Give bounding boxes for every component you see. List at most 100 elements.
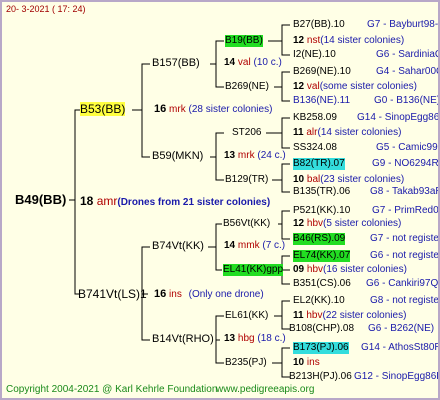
gen4-1-origin: G7 - Bayburt98-3 — [367, 19, 440, 30]
gen3-7-info: 11 hbv(22 sister colonies) — [293, 310, 406, 322]
gen3-8-info: 10 ins — [293, 357, 320, 369]
gen4-15-origin: G14 - AthosSt80R — [361, 342, 440, 353]
gen3-4-code: bal — [306, 174, 321, 185]
gen3-5-id[interactable]: B56Vt(KK) — [223, 218, 270, 230]
gen4-8-id[interactable]: B135(TR).06 — [293, 186, 350, 198]
root-info: 18 amr(Drones from 21 sister colonies) — [80, 194, 270, 210]
gen4-5-id[interactable]: KB258.09 — [293, 112, 337, 124]
gen1-bottom-note: (Only one drone) — [188, 289, 264, 300]
gen4-9-origin: G7 - PrimRed01 — [372, 205, 440, 216]
gen3-1-id[interactable]: B19(BB) — [225, 35, 263, 47]
gen3-3-code: alr — [306, 127, 318, 138]
gen1-top-id[interactable]: B53(BB) — [80, 102, 126, 116]
gen3-4-note: (23 sister colonies) — [320, 174, 405, 185]
gen3-5-note: (5 sister colonies) — [323, 218, 402, 229]
root-note: (Drones from 21 sister colonies) — [117, 197, 271, 208]
gen1-top-info: 16 mrk (28 sister colonies) — [154, 103, 272, 116]
gen1-bottom-code: ins — [169, 289, 182, 300]
gen4-12-origin: G6 - Cankiri97Q — [366, 278, 439, 289]
gen2-3-num: 14 — [224, 240, 236, 251]
gen2-2-code: mrk — [237, 150, 255, 161]
gen3-3-note: (14 sister colonies) — [317, 127, 402, 138]
gen2-3-code: mmk — [237, 240, 260, 251]
gen2-2-note: (24 c.) — [257, 150, 286, 161]
gen2-3-info: 14 mmk (7 c.) — [224, 240, 285, 252]
gen1-top-code: mrk — [169, 104, 186, 115]
gen4-8-origin: G8 - Takab93aR — [370, 186, 440, 197]
gen3-2-note: (some sister colonies) — [319, 81, 417, 92]
gen2-1-id[interactable]: B157(BB) — [152, 57, 200, 70]
gen3-5-num: 12 — [293, 218, 305, 229]
gen2-1-code: val — [237, 57, 251, 68]
gen4-16-id[interactable]: B213H(PJ).06 — [289, 371, 352, 383]
gen4-12-id[interactable]: B351(CS).06 — [293, 278, 351, 290]
copyright-text: Copyright 2004-2021 @ Karl Kehrle Founda… — [6, 384, 218, 395]
root-code: amr — [96, 194, 118, 208]
gen2-2-id[interactable]: B59(MKN) — [152, 150, 203, 163]
gen4-9-id[interactable]: P521(KK).10 — [293, 205, 350, 217]
gen4-3-origin: G4 - Sahar00Q — [376, 66, 440, 77]
gen4-7-origin: G9 - NO6294R — [372, 158, 439, 169]
gen4-13-id[interactable]: EL2(KK).10 — [293, 295, 345, 307]
gen3-1-num: 12 — [293, 35, 305, 46]
gen3-4-num: 10 — [293, 174, 305, 185]
gen3-1-code: nst — [306, 35, 321, 46]
gen2-4-code: hbg — [237, 333, 255, 344]
gen3-6-info: 09 hbv(16 sister colonies) — [293, 264, 407, 276]
gen4-6-id[interactable]: SS324.08 — [293, 142, 337, 154]
root-queen-id[interactable]: B49(BB) — [15, 192, 66, 207]
gen1-top-num: 16 — [154, 103, 167, 115]
gen4-14-id[interactable]: B108(CHP).08 — [289, 323, 354, 335]
gen3-5-info: 12 hbv(5 sister colonies) — [293, 218, 401, 230]
gen1-bottom-info: 16 ins (Only one drone) — [154, 288, 264, 301]
gen2-3-id[interactable]: B74Vt(KK) — [152, 240, 204, 253]
gen3-7-num: 11 — [293, 310, 304, 321]
gen3-6-id[interactable]: EL41(KK)gpp — [223, 264, 284, 276]
gen3-2-id[interactable]: B269(NE) — [225, 81, 269, 93]
gen3-2-num: 12 — [293, 81, 305, 92]
pedigree-chart: 20- 3-2021 ( 17: 24) B49(BB) 18 amr(Dron… — [0, 0, 440, 400]
gen4-1-id[interactable]: B27(BB).10 — [293, 19, 345, 31]
gen3-1-note: (14 sister colonies) — [320, 35, 405, 46]
gen3-3-info: 11 alr(14 sister colonies) — [293, 127, 401, 139]
gen3-8-code: ins — [306, 357, 320, 368]
gen3-4-id[interactable]: B129(TR) — [225, 174, 268, 186]
gen4-7-id[interactable]: B82(TR).07 — [293, 158, 345, 170]
gen2-2-num: 13 — [224, 150, 236, 161]
gen4-3-id[interactable]: B269(NE).10 — [293, 66, 351, 78]
gen3-3-id[interactable]: ST206 — [232, 127, 261, 139]
gen3-6-num: 09 — [293, 264, 305, 275]
gen3-7-note: (22 sister colonies) — [322, 310, 407, 321]
gen4-4-id[interactable]: B136(NE).11 — [293, 95, 350, 107]
gen3-2-code: val — [306, 81, 320, 92]
gen2-4-id[interactable]: B14Vt(RHO) — [152, 333, 214, 346]
gen4-15-id[interactable]: B173(PJ).06 — [293, 342, 349, 354]
gen2-2-info: 13 mrk (24 c.) — [224, 150, 286, 162]
gen2-1-info: 14 val (10 c.) — [224, 57, 282, 69]
gen2-1-note: (10 c.) — [253, 57, 282, 68]
gen4-11-id[interactable]: EL74(KK).07 — [293, 250, 351, 262]
gen3-6-code: hbv — [306, 264, 324, 275]
gen2-3-note: (7 c.) — [262, 240, 286, 251]
gen4-13-origin: G8 - not registe — [370, 295, 439, 306]
gen1-bottom-num: 16 — [154, 288, 167, 300]
gen4-6-origin: G5 - Camic99R — [376, 142, 440, 153]
gen3-3-num: 11 — [293, 127, 304, 138]
gen4-10-origin: G7 - not registe — [370, 233, 439, 244]
gen2-4-num: 13 — [224, 333, 236, 344]
gen1-bottom-id[interactable]: B741Vt(LS)1 — [78, 287, 147, 301]
gen4-2-id[interactable]: I2(NE).10 — [293, 49, 336, 61]
gen4-14-origin: G6 - B262(NE) — [368, 323, 435, 334]
gen3-6-note: (16 sister colonies) — [323, 264, 407, 275]
gen3-7-code: hbv — [306, 310, 323, 321]
gen4-10-id[interactable]: B46(RS).09 — [293, 233, 346, 245]
gen3-8-id[interactable]: B235(PJ) — [225, 357, 267, 369]
gen4-11-origin: G6 - not registe — [370, 250, 439, 261]
gen2-1-num: 14 — [224, 57, 236, 68]
gen3-1-info: 12 nst(14 sister colonies) — [293, 35, 404, 47]
gen2-4-note: (18 c.) — [257, 333, 286, 344]
gen3-7-id[interactable]: EL61(KK) — [225, 310, 268, 322]
gen4-5-origin: G14 - SinopEgg86R — [357, 112, 440, 123]
site-link[interactable]: www.pedigreeapis.org — [216, 384, 314, 396]
gen3-4-info: 10 bal(23 sister colonies) — [293, 174, 404, 186]
